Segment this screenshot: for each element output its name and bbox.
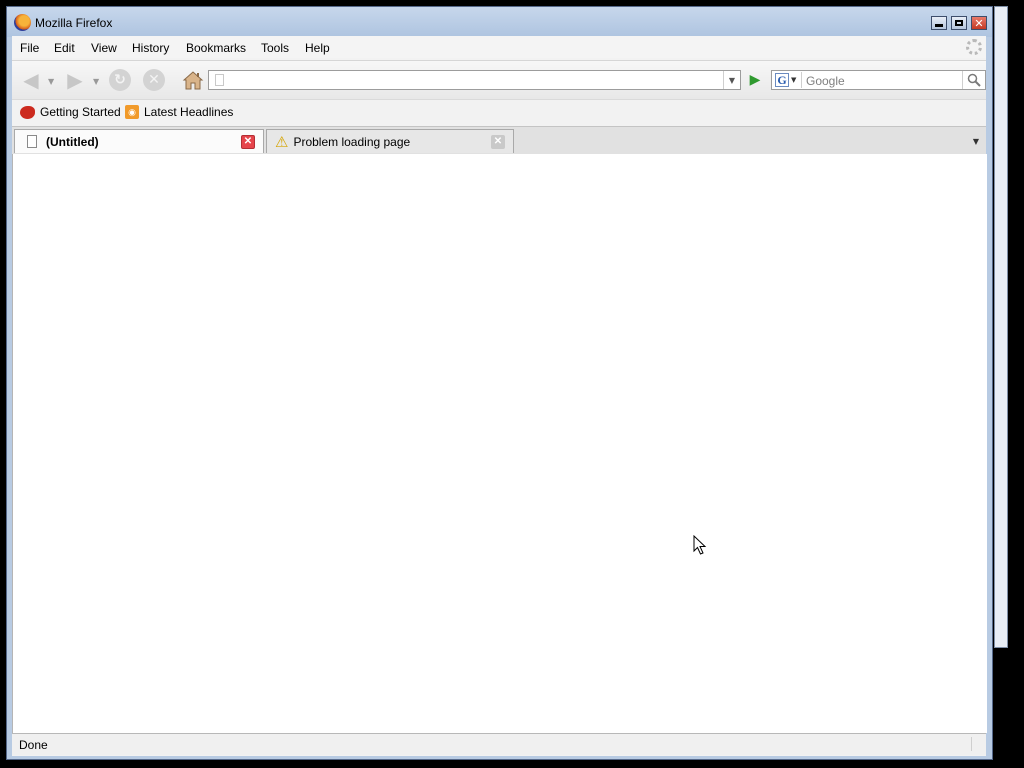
- url-bar[interactable]: ▼: [208, 70, 741, 90]
- search-button[interactable]: [962, 71, 985, 89]
- go-button[interactable]: ▶: [746, 71, 764, 89]
- menu-help[interactable]: Help: [305, 41, 330, 55]
- navigation-toolbar: ◀ ▼ ▶ ▼ ↻ ✕ ▼ ▶ G ▼ Google: [12, 60, 986, 99]
- minimize-icon: [935, 23, 943, 27]
- search-engine-selector[interactable]: G ▼: [773, 72, 802, 88]
- chevron-down-icon: ▼: [791, 76, 797, 84]
- page-content-area[interactable]: [12, 154, 987, 733]
- tab-label: Problem loading page: [293, 134, 411, 149]
- bookmark-latest-headlines[interactable]: ◉ Latest Headlines: [125, 105, 233, 119]
- bookmark-label: Getting Started: [40, 105, 121, 119]
- firefox-bookmark-icon: [20, 105, 35, 119]
- tab-problem-loading[interactable]: ⚠ Problem loading page ✕: [266, 129, 514, 153]
- menu-tools[interactable]: Tools: [261, 41, 289, 55]
- tab-strip: (Untitled) ✕ ⚠ Problem loading page ✕ ▼: [12, 126, 986, 155]
- resize-grip-icon[interactable]: [971, 737, 984, 751]
- background-window-edge: [994, 6, 1008, 648]
- bookmark-getting-started[interactable]: Getting Started: [20, 105, 121, 119]
- menu-file[interactable]: File: [20, 41, 39, 55]
- maximize-button[interactable]: [951, 16, 967, 30]
- status-bar: Done: [12, 733, 986, 755]
- activity-throbber-icon: [966, 39, 982, 55]
- menu-history[interactable]: History: [132, 41, 169, 55]
- tab-label: (Untitled): [46, 134, 99, 149]
- maximize-icon: [955, 20, 963, 26]
- stop-icon: ✕: [148, 72, 160, 88]
- window-title: Mozilla Firefox: [35, 16, 113, 30]
- bookmark-label: Latest Headlines: [144, 105, 234, 119]
- title-bar[interactable]: Mozilla Firefox ✕: [7, 7, 992, 37]
- forward-arrow-icon: ▶: [67, 68, 83, 92]
- reload-icon: ↻: [114, 72, 126, 88]
- back-arrow-icon: ◀: [23, 68, 39, 92]
- rss-feed-icon: ◉: [125, 105, 139, 119]
- menu-edit[interactable]: Edit: [54, 41, 75, 55]
- google-logo-icon: G: [775, 73, 789, 87]
- back-history-dropdown-icon[interactable]: ▼: [48, 77, 54, 86]
- close-button[interactable]: ✕: [971, 16, 987, 30]
- page-icon: [27, 135, 37, 148]
- status-text: Done: [19, 738, 48, 752]
- search-input[interactable]: Google: [806, 74, 845, 88]
- menu-view[interactable]: View: [91, 41, 117, 55]
- home-button[interactable]: [182, 69, 204, 91]
- magnifier-icon: [967, 73, 981, 87]
- page-favicon-icon: [215, 74, 224, 86]
- home-icon: [182, 71, 204, 90]
- menu-bookmarks[interactable]: Bookmarks: [186, 41, 246, 55]
- warning-icon: ⚠: [275, 133, 289, 151]
- url-history-dropdown[interactable]: ▼: [723, 71, 740, 89]
- chevron-down-icon: ▼: [972, 136, 980, 146]
- stop-button[interactable]: ✕: [143, 69, 165, 91]
- minimize-button[interactable]: [931, 16, 947, 30]
- chevron-down-icon: ▼: [728, 75, 736, 85]
- forward-history-dropdown-icon[interactable]: ▼: [93, 77, 99, 86]
- tab-close-button[interactable]: ✕: [491, 134, 505, 149]
- menu-bar: File Edit View History Bookmarks Tools H…: [12, 36, 986, 58]
- firefox-window: Mozilla Firefox ✕ File Edit View History…: [6, 6, 993, 760]
- bookmarks-toolbar: Getting Started ◉ Latest Headlines: [12, 99, 986, 126]
- reload-button[interactable]: ↻: [109, 69, 131, 91]
- go-arrow-icon: ▶: [749, 72, 761, 88]
- mouse-cursor-icon: [693, 535, 707, 555]
- forward-button[interactable]: ▶: [62, 67, 88, 93]
- tab-list-button[interactable]: ▼: [968, 131, 984, 151]
- firefox-logo-icon: [14, 14, 31, 31]
- back-button[interactable]: ◀: [18, 67, 44, 93]
- close-icon: ✕: [974, 16, 984, 30]
- search-bar[interactable]: G ▼ Google: [771, 70, 986, 90]
- browser-client-area: File Edit View History Bookmarks Tools H…: [12, 36, 987, 756]
- tab-untitled[interactable]: (Untitled) ✕: [14, 129, 264, 153]
- tab-close-button[interactable]: ✕: [241, 134, 255, 149]
